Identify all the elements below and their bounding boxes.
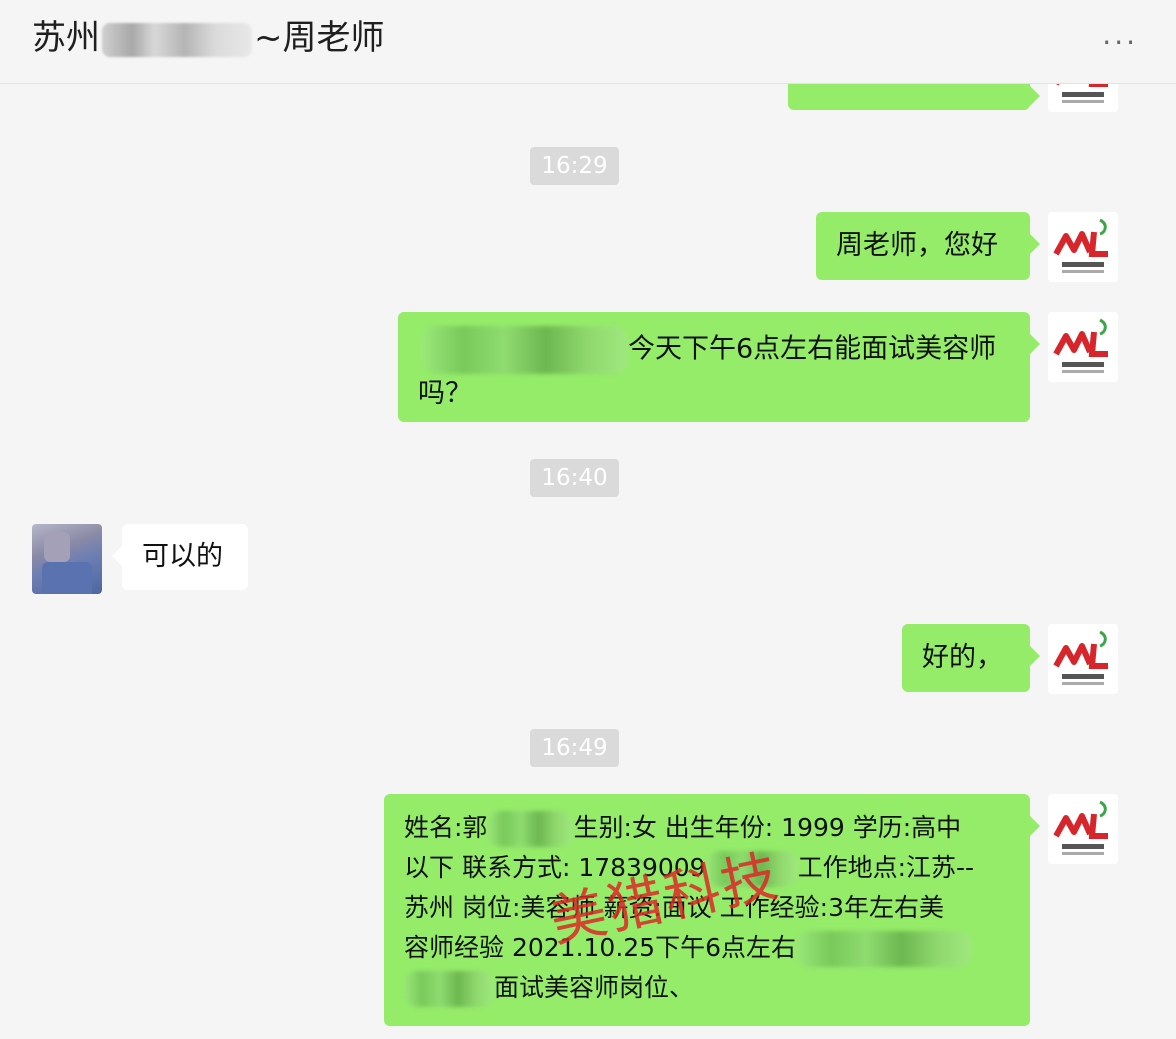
message-bubble-outgoing[interactable]: 周老师，您好 — [816, 212, 1040, 280]
message-list[interactable]: 16:29 周老师，您好 今天下午6点左右能面试美容师 吗？ 16:40 可以的… — [0, 84, 1176, 1039]
message-text-line: 今天下午6点左右能面试美容师 — [628, 333, 997, 365]
chat-title-prefix: 苏州 — [32, 18, 100, 58]
my-avatar[interactable] — [1048, 312, 1118, 382]
contact-avatar[interactable] — [32, 524, 102, 594]
message-text-line: 以下 联系方式: 17839009 — [404, 853, 706, 882]
ml-logo-icon — [1048, 212, 1118, 282]
ml-logo-icon — [1048, 624, 1118, 694]
timestamp: 16:29 — [530, 147, 619, 185]
my-avatar[interactable] — [1048, 624, 1118, 694]
message-text-line: 容师经验 2021.10.25下午6点左右 — [404, 933, 796, 962]
message-text-line: 吗？ — [418, 378, 472, 409]
ml-logo-icon — [1048, 84, 1118, 112]
message-text-line: 工作地点:江苏-- — [797, 853, 975, 882]
timestamp: 16:40 — [530, 459, 619, 497]
message-text-line: 苏州 岗位:美容师 薪资:面议 工作经验:3年左右美 — [404, 893, 945, 922]
my-avatar[interactable] — [1048, 212, 1118, 282]
chat-title: 苏州 ~周老师 — [32, 14, 385, 62]
message-text: 可以的 — [142, 541, 223, 572]
redacted-text — [796, 931, 972, 967]
chat-title-suffix: ~周老师 — [254, 18, 385, 58]
my-avatar[interactable] — [1048, 794, 1118, 864]
redacted-name — [102, 22, 252, 57]
more-options-button[interactable]: ··· — [1102, 26, 1138, 59]
message-text-line: 姓名:郭 — [404, 813, 488, 842]
redacted-text — [422, 326, 628, 374]
message-text-line: 面试美容师岗位、 — [494, 973, 695, 1002]
ml-logo-icon — [1048, 794, 1118, 864]
timestamp: 16:49 — [530, 729, 619, 767]
message-bubble-outgoing[interactable]: 今天下午6点左右能面试美容师 吗？ — [398, 312, 1040, 422]
redacted-text — [404, 971, 494, 1007]
message-text: 周老师，您好 — [836, 230, 998, 261]
redacted-text — [705, 851, 798, 887]
message-bubble-outgoing[interactable]: 好的， — [902, 624, 1040, 692]
message-text: 好的， — [922, 642, 1003, 673]
message-bubble-previous — [788, 84, 1040, 110]
my-avatar[interactable] — [1048, 84, 1118, 112]
ml-logo-icon — [1048, 312, 1118, 382]
chat-header: 苏州 ~周老师 ··· — [0, 0, 1176, 84]
message-bubble-incoming[interactable]: 可以的 — [112, 524, 248, 590]
message-text-line: 生别:女 出生年份: 1999 学历:高中 — [573, 813, 962, 842]
message-bubble-outgoing[interactable]: 姓名:郭 生别:女 出生年份: 1999 学历:高中 以下 联系方式: 17839… — [384, 794, 1040, 1026]
redacted-text — [487, 811, 574, 847]
